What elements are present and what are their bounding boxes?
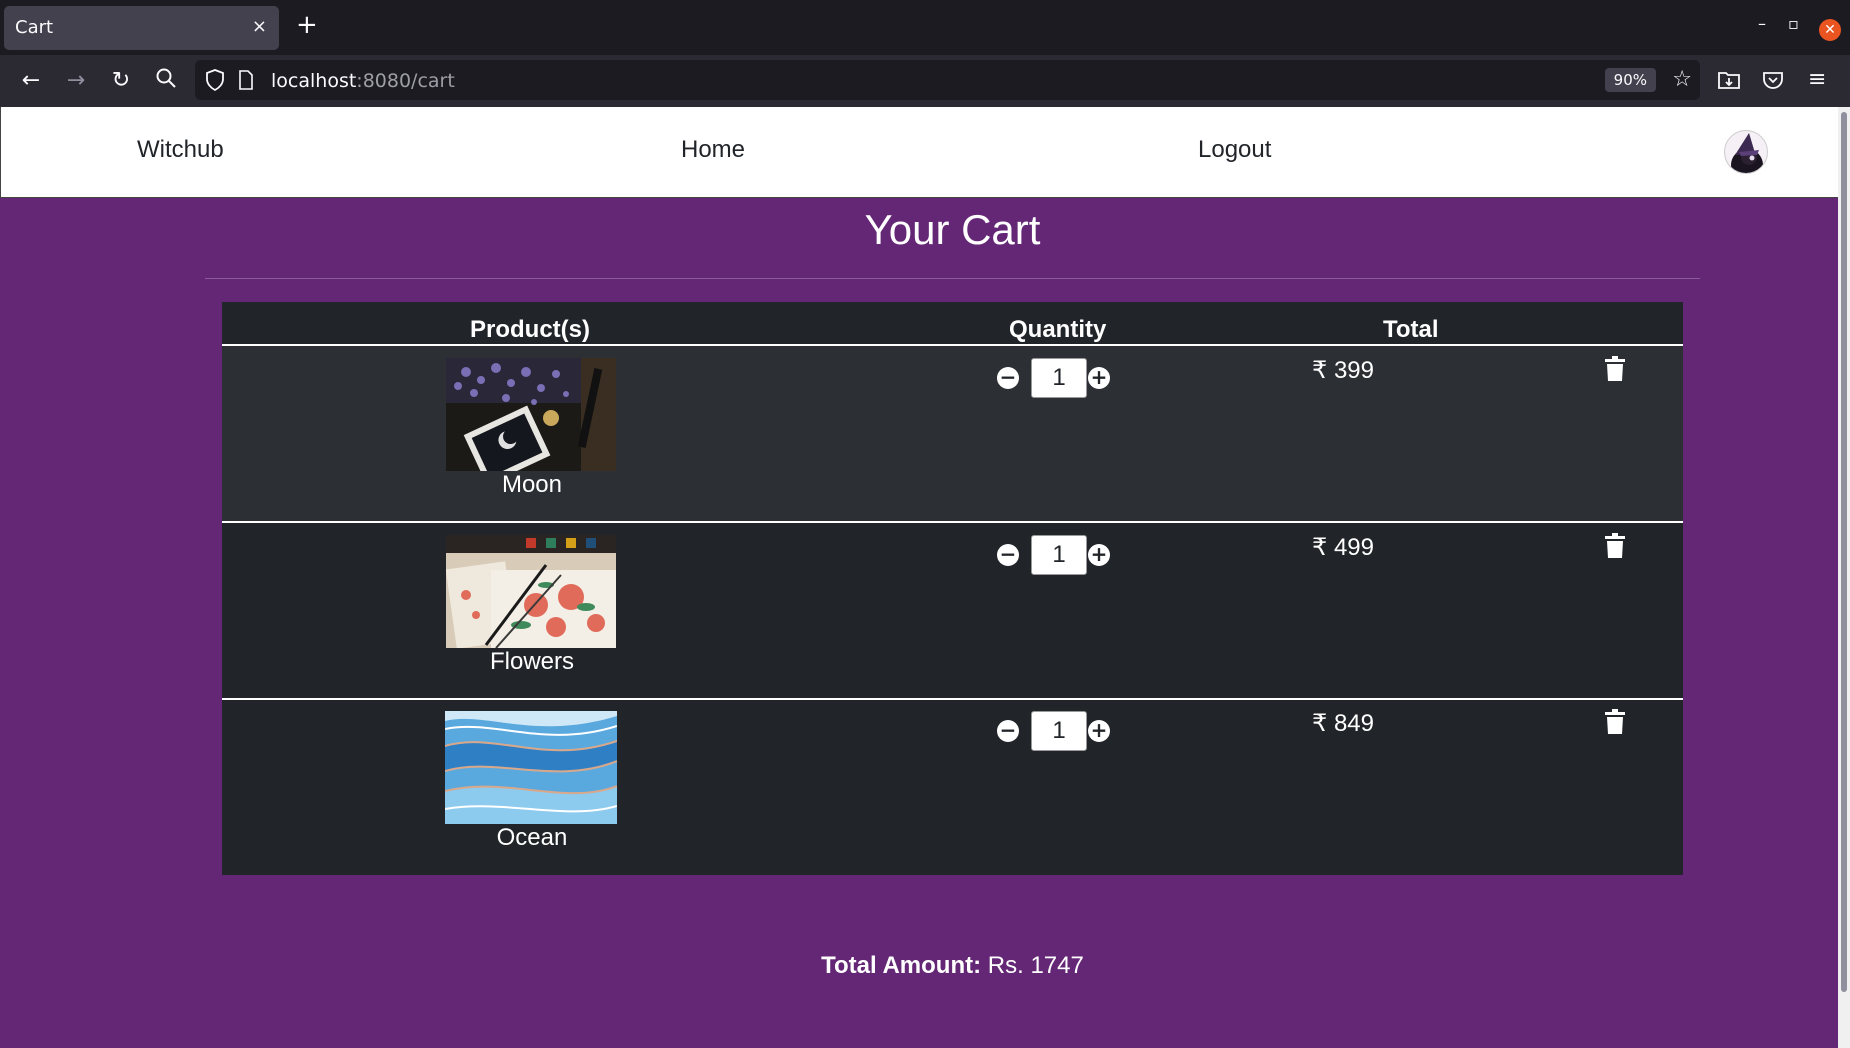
cart-row-ocean: Ocean − 1 + ₹ 849 (222, 699, 1683, 874)
page-content: Witchub Home Logout Your Cart Product(s)… (0, 107, 1838, 1048)
decrease-quantity-button[interactable]: − (997, 720, 1019, 742)
new-tab-button[interactable]: + (296, 10, 318, 40)
trash-icon[interactable] (1604, 709, 1626, 735)
item-total: ₹ 399 (1312, 357, 1374, 384)
url-text[interactable]: localhost:8080/cart (271, 70, 455, 92)
trash-icon[interactable] (1604, 356, 1626, 382)
cart-row-moon: Moon − 1 + ₹ 399 (222, 346, 1683, 523)
url-path: :8080/cart (356, 70, 455, 92)
page-scrollbar[interactable] (1838, 107, 1850, 1048)
url-bar[interactable]: localhost:8080/cart 90% ☆ (195, 60, 1700, 100)
total-amount-label: Total Amount: (821, 952, 982, 979)
back-icon[interactable]: ← (17, 67, 45, 95)
trash-icon[interactable] (1604, 533, 1626, 559)
page-icon[interactable] (238, 70, 254, 94)
product-name: Ocean (496, 824, 568, 851)
window-close-icon[interactable]: ✕ (1819, 19, 1841, 41)
reload-icon[interactable]: ↻ (107, 67, 135, 95)
item-total: ₹ 499 (1312, 534, 1374, 561)
cart-row-flowers: Flowers − 1 + ₹ 499 (222, 523, 1683, 700)
nav-logout-link[interactable]: Logout (1198, 136, 1271, 164)
nav-home-link[interactable]: Home (681, 136, 745, 164)
zoom-level-badge[interactable]: 90% (1604, 68, 1656, 92)
product-name: Moon (501, 471, 563, 498)
item-total: ₹ 849 (1312, 710, 1374, 737)
column-header-quantity: Quantity (1009, 316, 1107, 343)
tab-close-icon[interactable]: × (252, 16, 267, 37)
site-header: Witchub Home Logout (0, 107, 1838, 198)
product-name: Flowers (489, 648, 574, 675)
title-divider (205, 278, 1700, 279)
scrollbar-thumb[interactable] (1841, 112, 1847, 992)
product-image-ocean[interactable] (444, 711, 618, 824)
forward-icon[interactable]: → (62, 67, 90, 95)
url-host: localhost (271, 70, 357, 92)
column-header-products: Product(s) (470, 316, 590, 343)
quantity-input[interactable]: 1 (1031, 535, 1087, 575)
decrease-quantity-button[interactable]: − (997, 367, 1019, 389)
menu-icon[interactable]: ≡ (1808, 67, 1826, 92)
increase-quantity-button[interactable]: + (1088, 720, 1110, 742)
total-amount: Total Amount: Rs. 1747 (0, 952, 1838, 980)
bookmark-star-icon[interactable]: ☆ (1672, 68, 1692, 92)
browser-toolbar: ← → ↻ localhost:8080/cart 90% ☆ ≡ (0, 55, 1850, 107)
shield-icon[interactable] (205, 69, 225, 95)
cart-table: Product(s) Quantity Total Moon − 1 + ₹ 3… (222, 302, 1683, 875)
column-header-total: Total (1383, 316, 1439, 343)
decrease-quantity-button[interactable]: − (997, 544, 1019, 566)
avatar[interactable] (1724, 130, 1768, 174)
restore-icon[interactable]: ▫ (1788, 14, 1799, 33)
total-amount-value: Rs. 1747 (987, 952, 1084, 979)
pocket-icon[interactable] (1762, 69, 1784, 95)
increase-quantity-button[interactable]: + (1088, 367, 1110, 389)
browser-tab-bar: Cart × + – ▫ ✕ (0, 0, 1850, 55)
quantity-input[interactable]: 1 (1031, 358, 1087, 398)
search-icon[interactable] (152, 67, 180, 95)
quantity-input[interactable]: 1 (1031, 711, 1087, 751)
product-image-flowers[interactable] (445, 535, 616, 649)
save-to-collection-icon[interactable] (1717, 68, 1741, 96)
increase-quantity-button[interactable]: + (1088, 544, 1110, 566)
brand-link[interactable]: Witchub (137, 136, 224, 164)
product-image-moon[interactable] (446, 358, 616, 485)
minimize-icon[interactable]: – (1758, 14, 1766, 33)
tab-title: Cart (15, 17, 54, 38)
page-title: Your Cart (864, 206, 1041, 253)
tab-cart[interactable]: Cart × (4, 6, 279, 50)
